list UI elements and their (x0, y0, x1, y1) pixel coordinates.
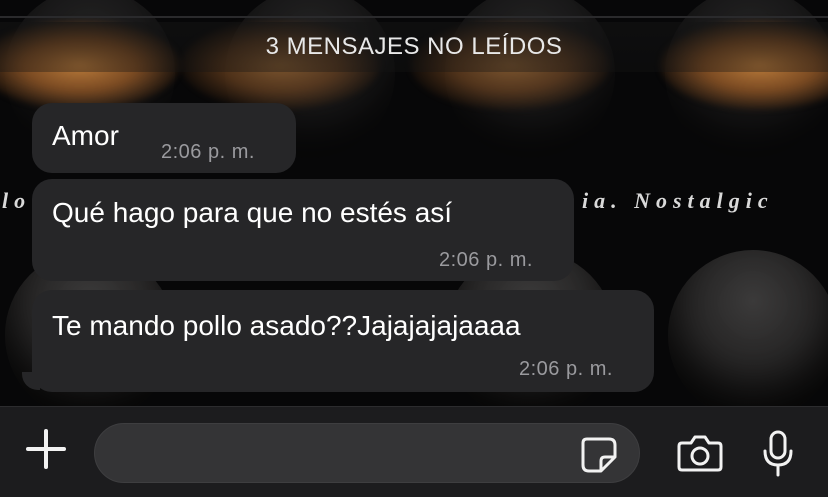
wallpaper-circle (668, 250, 828, 406)
message-bubble[interactable]: Te mando pollo asado??Jajajajajaaaa 2:06… (32, 290, 654, 392)
message-text: Qué hago para que no estés así (52, 197, 453, 228)
header-divider (0, 16, 828, 18)
wallpaper-text-left: lo (2, 188, 32, 213)
microphone-icon[interactable] (760, 429, 796, 479)
sticker-icon[interactable] (579, 435, 619, 475)
camera-icon[interactable] (676, 433, 724, 473)
unread-messages-banner: 3 MENSAJES NO LEÍDOS (0, 22, 828, 72)
plus-icon[interactable] (24, 427, 68, 471)
message-bubble[interactable]: Amor 2:06 p. m. (32, 103, 296, 173)
message-timestamp: 2:06 p. m. (439, 249, 533, 271)
message-input[interactable] (94, 423, 640, 483)
message-timestamp: 2:06 p. m. (161, 141, 255, 163)
unread-messages-label: 3 MENSAJES NO LEÍDOS (265, 33, 563, 60)
message-bubble[interactable]: Qué hago para que no estés así 2:06 p. m… (32, 179, 574, 281)
message-timestamp: 2:06 p. m. (519, 358, 613, 380)
message-text: Amor (52, 120, 119, 151)
wallpaper-text-right: ia. Nostalgic (582, 188, 774, 213)
message-text: Te mando pollo asado??Jajajajajaaaa (52, 310, 521, 341)
message-composer-bar (0, 406, 828, 497)
